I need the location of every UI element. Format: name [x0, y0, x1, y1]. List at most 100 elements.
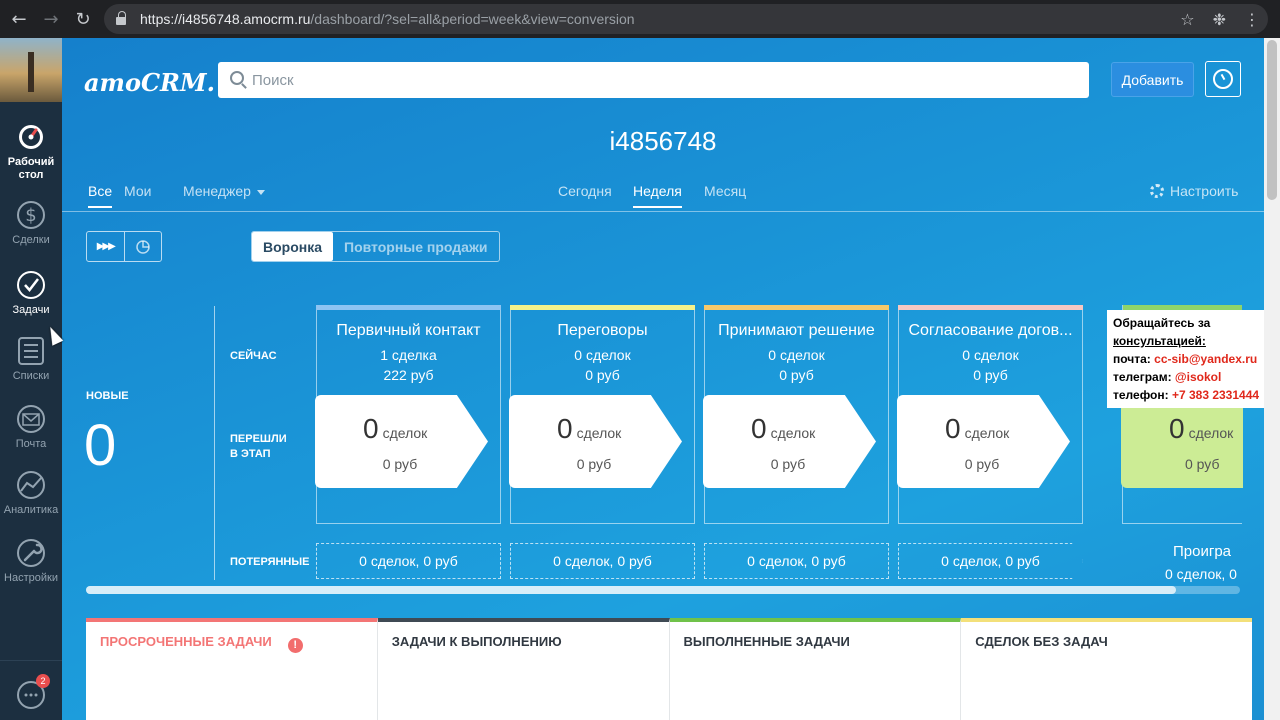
- arrows-icon: ▶▶▶: [96, 241, 116, 252]
- sidebar-item-label: Списки: [12, 370, 50, 382]
- svg-text:$: $: [25, 205, 36, 226]
- consultation-overlay: Обращайтесь за консультацией: почта: cc-…: [1107, 310, 1264, 408]
- pipeline-tabs: Воронка Повторные продажи: [251, 231, 500, 262]
- sidebar-item-settings[interactable]: Настройки: [0, 536, 62, 585]
- lost-cell[interactable]: 0 сделок, 0 руб: [316, 543, 501, 579]
- moved-sum: 0 руб: [770, 456, 806, 472]
- period-week[interactable]: Неделя: [633, 183, 682, 208]
- lock-icon: [116, 11, 126, 25]
- clock-icon: [1213, 69, 1233, 89]
- stage-count: 1 сделка: [380, 347, 437, 363]
- arrow-right-icon[interactable]: →: [36, 4, 66, 34]
- reload-icon[interactable]: ↻: [68, 4, 98, 34]
- scroll-thumb[interactable]: [1267, 40, 1277, 200]
- panel-deals-without-tasks[interactable]: СДЕЛОК БЕЗ ЗАДАЧ: [961, 618, 1252, 720]
- analytics-icon: [14, 468, 48, 502]
- moved-sum: 0 руб: [1185, 456, 1220, 472]
- pie-view-button[interactable]: [125, 232, 162, 261]
- pipeline-stage[interactable]: Согласование догов... 0 сделок 0 руб 0 сд…: [897, 305, 1083, 524]
- tab-repeat-sales[interactable]: Повторные продажи: [333, 232, 498, 261]
- panel-tasks-done[interactable]: ВЫПОЛНЕННЫЕ ЗАДАЧИ: [669, 618, 962, 720]
- extension-icon[interactable]: ❉: [1213, 10, 1226, 29]
- stage-name: Первичный контакт: [336, 322, 481, 339]
- pipeline-stage[interactable]: Первичный контакт 1 сделка 222 руб 0 сдел…: [315, 305, 501, 524]
- wrench-icon: [14, 536, 48, 570]
- row-label-lost: ПОТЕРЯННЫЕ: [230, 556, 310, 568]
- filter-manager-label: Менеджер: [183, 183, 251, 199]
- funnel-view-button[interactable]: ▶▶▶: [87, 232, 125, 261]
- horizontal-scrollbar[interactable]: [86, 586, 1240, 594]
- tab-funnel[interactable]: Воронка: [252, 232, 334, 261]
- stage-moved-card: 0 сделок 0 руб: [897, 395, 1070, 488]
- phone-label: телефон:: [1113, 388, 1169, 402]
- chat-badge: 2: [36, 674, 50, 688]
- moved-count: 0: [945, 413, 961, 444]
- lost-stage-sum: 0 сделок, 0: [1165, 566, 1237, 582]
- sidebar-item-label: Задачи: [12, 304, 50, 316]
- app-sidebar: Рабочий стол $ Сделки Задачи Списки Почт…: [0, 38, 62, 720]
- chevron-down-icon: [256, 189, 265, 195]
- period-month[interactable]: Месяц: [704, 183, 746, 199]
- star-icon[interactable]: ☆: [1180, 10, 1194, 29]
- scroll-thumb[interactable]: [86, 586, 1176, 594]
- sidebar-item-label: Сделки: [12, 234, 50, 246]
- stage-count: 0 сделок: [962, 347, 1019, 363]
- sidebar-item-analytics[interactable]: Аналитика: [0, 468, 62, 517]
- sidebar-item-label: Рабочий стол: [7, 156, 55, 181]
- consult-line2: консультацией:: [1113, 334, 1206, 348]
- pipeline-stage[interactable]: Принимают решение 0 сделок 0 руб 0 сделок…: [703, 305, 889, 524]
- history-button[interactable]: [1205, 61, 1241, 97]
- stage-name: Принимают решение: [718, 322, 875, 339]
- panel-title: ВЫПОЛНЕННЫЕ ЗАДАЧИ: [683, 634, 850, 649]
- chat-button[interactable]: 2: [16, 674, 50, 710]
- pipeline-stage[interactable]: Переговоры 0 сделок 0 руб 0 сделок 0 руб: [509, 305, 695, 524]
- search-icon: [230, 71, 244, 85]
- lost-cell[interactable]: 0 сделок, 0 руб: [898, 543, 1083, 579]
- sidebar-item-label: Аналитика: [3, 504, 59, 516]
- sidebar-item-deals[interactable]: $ Сделки: [0, 198, 62, 247]
- stage-name: Переговоры: [557, 322, 648, 339]
- stage-moved-card: 0 сделок 0 руб: [509, 395, 682, 488]
- arrow-left-icon[interactable]: ←: [4, 4, 34, 34]
- new-label: НОВЫЕ: [86, 390, 129, 402]
- stage-count: 0 сделок: [768, 347, 825, 363]
- period-today[interactable]: Сегодня: [558, 183, 612, 199]
- panel-overdue-tasks[interactable]: ПРОСРОЧЕННЫЕ ЗАДАЧИ!: [86, 618, 378, 720]
- stage-sum: 0 руб: [585, 367, 620, 383]
- sidebar-item-tasks[interactable]: Задачи: [0, 268, 62, 317]
- pie-chart-icon: [136, 239, 150, 254]
- account-title: i4856748: [609, 126, 717, 156]
- user-avatar[interactable]: [0, 38, 62, 102]
- sidebar-item-dashboard[interactable]: Рабочий стол: [0, 120, 62, 182]
- add-button[interactable]: Добавить: [1111, 62, 1194, 97]
- list-icon: [14, 334, 48, 368]
- stage-color-bar: [316, 305, 501, 310]
- sidebar-item-mail[interactable]: Почта: [0, 402, 62, 451]
- view-switch: ▶▶▶: [86, 231, 162, 262]
- gear-icon: [1150, 184, 1164, 198]
- stage-moved-card: 0 сделок 0 руб: [1121, 395, 1243, 488]
- app-logo[interactable]: amoCRM.: [84, 68, 215, 97]
- filter-all[interactable]: Все: [88, 183, 113, 208]
- page-scrollbar[interactable]: [1264, 38, 1280, 720]
- new-count: 0: [84, 413, 117, 478]
- menu-dots-icon[interactable]: ⋮: [1244, 10, 1260, 29]
- address-bar[interactable]: https://i4856748.amocrm.ru/dashboard/?se…: [104, 4, 1268, 34]
- lost-cell[interactable]: 0 сделок, 0 руб: [704, 543, 889, 579]
- sidebar-divider: [0, 660, 62, 661]
- search-input[interactable]: Поиск: [218, 62, 1089, 98]
- lost-cell[interactable]: 0 сделок, 0 руб: [510, 543, 695, 579]
- stage-color-bar: [510, 305, 695, 310]
- configure-button[interactable]: Настроить: [1150, 183, 1238, 199]
- panel-tasks-todo[interactable]: ЗАДАЧИ К ВЫПОЛНЕНИЮ: [377, 618, 670, 720]
- moved-sum: 0 руб: [964, 456, 1000, 472]
- sidebar-item-label: Почта: [15, 438, 47, 450]
- telegram-label: телеграм:: [1113, 370, 1172, 384]
- stage-color-bar: [704, 305, 889, 310]
- filter-manager[interactable]: Менеджер: [183, 183, 265, 199]
- stage-moved-card: 0 сделок 0 руб: [315, 395, 488, 488]
- filter-mine[interactable]: Мои: [124, 183, 151, 199]
- stage-sum: 0 руб: [973, 367, 1008, 383]
- email-value: cc-sib@yandex.ru: [1154, 352, 1258, 366]
- row-label-now: СЕЙЧАС: [230, 350, 277, 362]
